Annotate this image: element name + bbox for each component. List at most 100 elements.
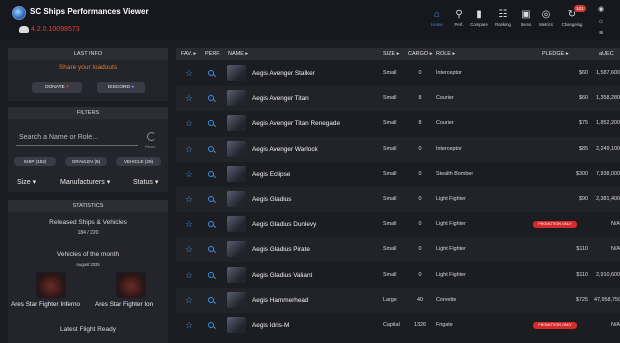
- col-pledge[interactable]: PLEDGE ▸: [542, 48, 569, 60]
- nav-metrics[interactable]: ◎ Metrics: [535, 9, 557, 37]
- performance-search-icon[interactable]: [208, 61, 217, 86]
- auec-cell: N/A: [611, 221, 620, 228]
- ship-thumbnail[interactable]: [227, 266, 246, 283]
- statistics-header: STATISTICS: [8, 200, 168, 212]
- discord-button[interactable]: DISCORD ●: [97, 82, 145, 93]
- ship-thumbnail[interactable]: [227, 216, 246, 233]
- role-cell: Frigate: [436, 322, 453, 328]
- favorite-star-icon[interactable]: ☆: [185, 263, 193, 288]
- donate-button[interactable]: DONATE ♥: [32, 82, 82, 93]
- table-row[interactable]: ☆ Aegis Avenger Titan Small 8 Courier $60 1,35…: [176, 86, 620, 112]
- vehicle-name-inferno[interactable]: Ares Star Fighter Inferno: [11, 301, 80, 308]
- manufacturers-dropdown[interactable]: Manufacturers ▾: [60, 178, 110, 186]
- vehicle-image-inferno[interactable]: [36, 272, 66, 298]
- released-value: 184 / 220: [77, 230, 99, 236]
- nav-home[interactable]: ⌂ Home: [426, 9, 448, 37]
- ship-name[interactable]: Aegis Gladius Dunlevy: [252, 212, 316, 237]
- favorite-star-icon[interactable]: ☆: [185, 86, 193, 111]
- role-cell: Light Fighter: [436, 246, 466, 253]
- favorite-star-icon[interactable]: ☆: [185, 313, 193, 338]
- performance-search-icon[interactable]: [208, 187, 217, 212]
- vehicle-image-ion[interactable]: [116, 272, 146, 298]
- favorite-star-icon[interactable]: ☆: [185, 237, 193, 262]
- nav-compare[interactable]: ▮ Compare: [468, 9, 490, 37]
- ship-thumbnail[interactable]: [227, 140, 246, 157]
- favorite-star-icon[interactable]: ☆: [185, 61, 193, 86]
- items-icon: ▣: [521, 9, 531, 20]
- ship-name[interactable]: Aegis Avenger Titan Renegade: [252, 111, 340, 136]
- size-dropdown[interactable]: Size ▾: [17, 178, 36, 186]
- nav-label: Home: [431, 22, 443, 27]
- filter-pill-gravlev[interactable]: GRAVLEV (9): [65, 157, 107, 166]
- col-cargo[interactable]: CARGO ▸: [408, 48, 432, 60]
- ship-name[interactable]: Aegis Idris-M: [252, 313, 289, 338]
- favorite-star-icon[interactable]: ☆: [185, 187, 193, 212]
- ship-name[interactable]: Aegis Avenger Warlock: [252, 137, 318, 162]
- reset-label[interactable]: Reset: [145, 144, 155, 149]
- col-auec[interactable]: aUEC: [599, 48, 614, 60]
- table-row[interactable]: ☆ Aegis Avenger Titan Renegade Small 8 Couri…: [176, 111, 620, 136]
- search-input[interactable]: Search a Name or Role...: [19, 134, 98, 141]
- ship-name[interactable]: Aegis Avenger Stalker: [252, 61, 315, 86]
- nav-perf[interactable]: ⚲ Perf.: [448, 9, 470, 37]
- size-cell: Small: [383, 170, 397, 177]
- col-name[interactable]: NAME ▸: [228, 48, 248, 60]
- nav-label: Perf.: [454, 22, 464, 27]
- menu-icon[interactable]: ≡: [597, 30, 605, 38]
- vehicle-name-ion[interactable]: Ares Star Fighter Ion: [95, 301, 153, 308]
- favorite-star-icon[interactable]: ☆: [185, 212, 193, 237]
- table-row[interactable]: ☆ Aegis Avenger Warlock Small 0 Interceptor $…: [176, 136, 620, 162]
- nav-items[interactable]: ▣ Items: [515, 9, 537, 37]
- ship-name[interactable]: Aegis Eclipse: [252, 162, 290, 187]
- col-role[interactable]: ROLE ▸: [436, 48, 455, 60]
- ship-thumbnail[interactable]: [227, 65, 246, 81]
- col-size[interactable]: SIZE ▸: [383, 48, 400, 60]
- table-row[interactable]: ☆ Aegis Gladius Small 0 Light Fighter $90 2,38…: [176, 187, 620, 212]
- favorite-star-icon[interactable]: ☆: [185, 137, 193, 162]
- table-row[interactable]: ☆ Aegis Gladius Pirate Small 0 Light Fighter…: [176, 237, 620, 263]
- performance-search-icon[interactable]: [208, 137, 217, 162]
- table-row[interactable]: ☆ Aegis Eclipse Small 0 Stealth Bomber $300 7,…: [176, 162, 620, 187]
- rss-icon[interactable]: ◉: [597, 6, 605, 14]
- status-dropdown[interactable]: Status ▾: [133, 178, 158, 186]
- ship-name[interactable]: Aegis Gladius Pirate: [252, 237, 310, 262]
- table-row[interactable]: ☆ Aegis Avenger Stalker Small 0 Interceptor $…: [176, 61, 620, 86]
- reset-icon[interactable]: [147, 132, 156, 141]
- performance-search-icon[interactable]: [208, 86, 217, 111]
- ship-thumbnail[interactable]: [227, 291, 246, 308]
- favorite-star-icon[interactable]: ☆: [185, 288, 193, 313]
- nav-changelog[interactable]: ↻ Changelog: [561, 9, 583, 37]
- table-row[interactable]: ☆ Aegis Gladius Valiant Small 0 Light Fighte…: [176, 263, 620, 288]
- filter-pill-vehicle[interactable]: VEHICLE (29): [116, 157, 161, 166]
- performance-search-icon[interactable]: [208, 237, 217, 262]
- favorite-star-icon[interactable]: ☆: [185, 162, 193, 187]
- ship-thumbnail[interactable]: [227, 317, 246, 333]
- ship-name[interactable]: Aegis Gladius Valiant: [252, 263, 312, 288]
- light-mode-icon[interactable]: ☼: [597, 18, 605, 26]
- nav-label: Metrics: [539, 22, 553, 27]
- table-row[interactable]: ☆ Aegis Gladius Dunlevy Small 0 Light Fighte…: [176, 212, 620, 237]
- performance-search-icon[interactable]: [208, 288, 217, 313]
- performance-search-icon[interactable]: [208, 263, 217, 288]
- ship-thumbnail[interactable]: [227, 241, 246, 258]
- ship-name[interactable]: Aegis Hammerhead: [252, 288, 308, 313]
- ship-thumbnail[interactable]: [227, 115, 246, 132]
- ship-thumbnail[interactable]: [227, 165, 246, 182]
- favorite-star-icon[interactable]: ☆: [185, 111, 193, 136]
- ship-name[interactable]: Aegis Gladius: [252, 187, 291, 212]
- performance-search-icon[interactable]: [208, 212, 217, 237]
- table-row[interactable]: ☆ Aegis Idris-M Capital 1326 Frigate PROMOTIO…: [176, 313, 620, 338]
- ship-thumbnail[interactable]: [227, 191, 246, 207]
- ship-thumbnail[interactable]: [227, 90, 246, 107]
- performance-search-icon[interactable]: [208, 162, 217, 187]
- ship-name[interactable]: Aegis Avenger Titan: [252, 86, 309, 111]
- share-loadouts-link[interactable]: Share your loadouts: [8, 64, 168, 71]
- nav-ranking[interactable]: ☷ Ranking: [492, 9, 514, 37]
- col-fav[interactable]: FAV. ▸: [181, 48, 196, 60]
- table-row[interactable]: ☆ Aegis Hammerhead Large 40 Corvette $725 47,9…: [176, 287, 620, 313]
- size-cell: Small: [383, 196, 397, 202]
- performance-search-icon[interactable]: [208, 111, 217, 136]
- performance-search-icon[interactable]: [208, 313, 217, 338]
- pledge-cell: $725: [576, 296, 588, 303]
- filter-pill-ship[interactable]: SHIP (182): [14, 157, 56, 166]
